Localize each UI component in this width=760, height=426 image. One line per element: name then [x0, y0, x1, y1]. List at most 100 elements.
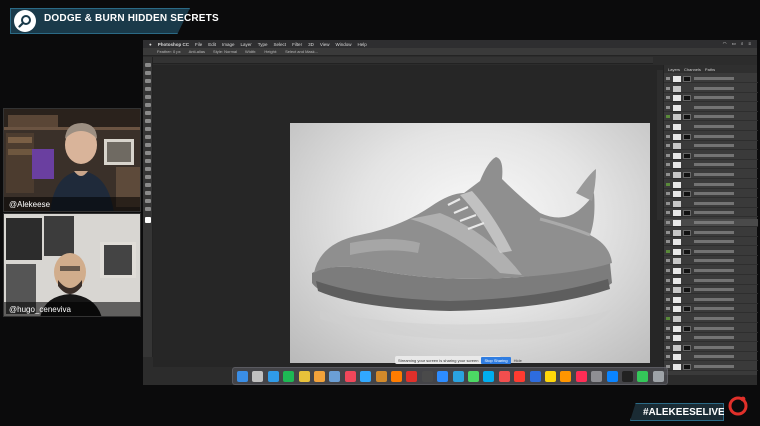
path-select-tool-icon[interactable] — [145, 183, 151, 187]
layer-row[interactable] — [664, 363, 758, 371]
layer-row[interactable] — [664, 344, 758, 352]
healing-tool-icon[interactable] — [145, 111, 151, 115]
layer-visibility-icon[interactable] — [666, 163, 670, 167]
layer-row[interactable] — [664, 181, 758, 189]
layer-visibility-icon[interactable] — [666, 240, 670, 244]
tab-channels[interactable]: Channels — [684, 67, 701, 72]
layer-row[interactable] — [664, 257, 758, 266]
chrome-icon[interactable] — [298, 371, 310, 382]
stop-sharing-button[interactable]: Stop Sharing — [481, 356, 511, 364]
eraser-tool-icon[interactable] — [145, 143, 151, 147]
menu-window[interactable]: Window — [336, 42, 352, 47]
layer-row[interactable] — [664, 200, 758, 208]
marquee-tool-icon[interactable] — [145, 71, 151, 75]
layer-row[interactable] — [664, 267, 758, 275]
finder-icon[interactable] — [237, 371, 248, 382]
layer-visibility-icon[interactable] — [666, 345, 670, 349]
layer-row[interactable] — [664, 334, 758, 343]
layer-visibility-icon[interactable] — [666, 326, 670, 330]
news-icon[interactable] — [514, 371, 526, 382]
layer-visibility-icon[interactable] — [666, 288, 670, 292]
illustrator-icon[interactable] — [391, 371, 402, 382]
layer-visibility-icon[interactable] — [666, 297, 670, 301]
quick-select-tool-icon[interactable] — [145, 87, 151, 91]
layer-row[interactable] — [664, 85, 758, 93]
option-width[interactable]: Width: — [245, 49, 256, 54]
menu-app-name[interactable]: Photoshop CC — [158, 42, 189, 47]
control-center-icon[interactable]: ≡ — [748, 41, 751, 47]
layer-row[interactable] — [664, 123, 758, 131]
layer-visibility-icon[interactable] — [666, 269, 670, 272]
layer-row[interactable] — [664, 277, 758, 285]
photoshop-icon[interactable] — [360, 371, 372, 382]
menu-filter[interactable]: Filter — [292, 42, 302, 47]
menu-layer[interactable]: Layer — [241, 42, 252, 47]
type-tool-icon[interactable] — [145, 175, 151, 179]
layer-visibility-icon[interactable] — [666, 259, 670, 263]
box-icon[interactable] — [529, 371, 541, 382]
layer-visibility-icon[interactable] — [666, 153, 670, 157]
layer-row[interactable] — [664, 113, 758, 122]
layer-visibility-icon[interactable] — [666, 221, 670, 224]
app-store-icon[interactable] — [606, 371, 618, 382]
shape-tool-icon[interactable] — [145, 191, 151, 195]
layer-row[interactable] — [664, 219, 758, 227]
acrobat-icon[interactable] — [406, 371, 418, 382]
layer-visibility-icon[interactable] — [666, 201, 670, 205]
menu-view[interactable]: View — [320, 42, 330, 47]
layer-row[interactable] — [664, 209, 758, 218]
zoom-icon[interactable] — [437, 371, 449, 382]
battery-icon[interactable]: ▭ — [732, 41, 736, 47]
terminal-icon[interactable] — [622, 371, 633, 382]
layer-row[interactable] — [664, 248, 758, 256]
layer-visibility-icon[interactable] — [666, 307, 670, 311]
tab-paths[interactable]: Paths — [705, 67, 715, 72]
hide-share-bar-button[interactable]: Hide — [514, 358, 522, 363]
layer-visibility-icon[interactable] — [666, 317, 670, 320]
preview-icon[interactable] — [329, 371, 341, 382]
layer-row[interactable] — [664, 229, 758, 237]
option-select-and-mask[interactable]: Select and Mask... — [285, 49, 318, 54]
layer-row[interactable] — [664, 75, 758, 83]
menu-image[interactable]: Image — [222, 42, 235, 47]
option-anti-alias[interactable]: Anti-alias — [189, 49, 205, 54]
canvas-area[interactable] — [153, 65, 663, 367]
document-tab-bar[interactable] — [153, 57, 653, 64]
layer-visibility-icon[interactable] — [666, 86, 670, 90]
brush-tool-icon[interactable] — [145, 119, 151, 123]
option-feather[interactable]: Feather: 0 px — [157, 49, 181, 54]
layer-row[interactable] — [664, 104, 758, 112]
option-style[interactable]: Style: Normal — [213, 49, 237, 54]
activity-icon[interactable] — [637, 371, 649, 382]
layer-visibility-icon[interactable] — [666, 125, 670, 128]
layer-visibility-icon[interactable] — [666, 173, 670, 176]
layer-row[interactable] — [664, 296, 758, 304]
layer-row[interactable] — [664, 286, 758, 295]
eyedropper-tool-icon[interactable] — [145, 103, 151, 107]
menu-edit[interactable]: Edit — [208, 42, 216, 47]
calendar2-icon[interactable] — [560, 371, 572, 382]
system-prefs-icon[interactable] — [591, 371, 603, 382]
layer-visibility-icon[interactable] — [666, 278, 670, 282]
history-brush-tool-icon[interactable] — [145, 135, 151, 139]
photos-icon[interactable] — [314, 371, 325, 382]
lasso-tool-icon[interactable] — [145, 79, 151, 83]
layer-row[interactable] — [664, 133, 758, 141]
layer-visibility-icon[interactable] — [666, 249, 670, 253]
music-icon[interactable] — [344, 371, 356, 382]
layer-visibility-icon[interactable] — [666, 77, 670, 80]
safari-icon[interactable] — [267, 371, 279, 382]
layer-row[interactable] — [664, 142, 758, 151]
layer-visibility-icon[interactable] — [666, 105, 670, 109]
layer-visibility-icon[interactable] — [666, 230, 670, 234]
wifi-icon[interactable]: ◠ — [723, 41, 727, 47]
layer-row[interactable] — [664, 152, 758, 160]
launchpad-icon[interactable] — [252, 371, 264, 382]
pen-tool-icon[interactable] — [145, 167, 151, 171]
notes-icon[interactable] — [545, 371, 556, 382]
skype-icon[interactable] — [483, 371, 495, 382]
layer-row[interactable] — [664, 238, 758, 247]
gradient-tool-icon[interactable] — [145, 151, 151, 155]
messages-icon[interactable] — [468, 371, 479, 382]
quicktime-icon[interactable] — [421, 371, 433, 382]
